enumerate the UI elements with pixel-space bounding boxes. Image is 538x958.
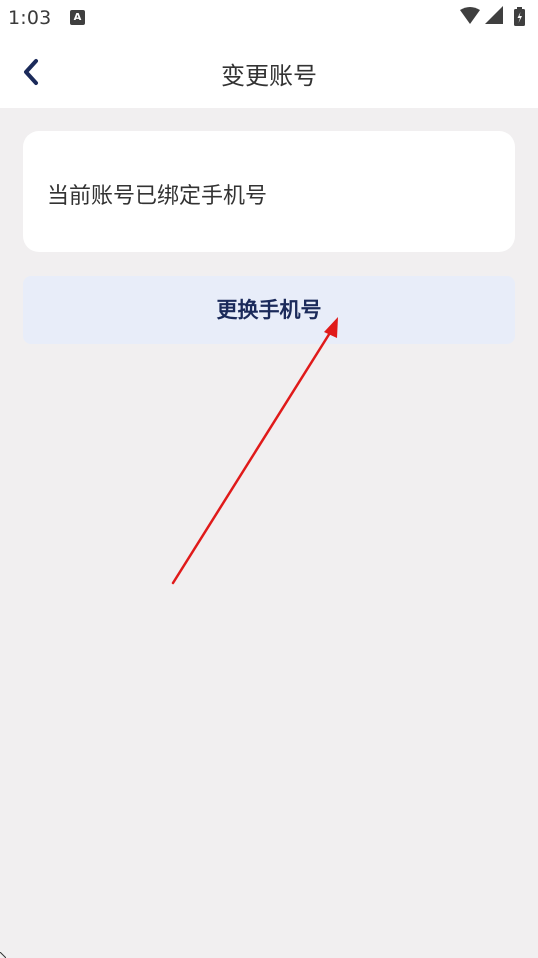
status-bar: 1:03 A (0, 0, 538, 36)
status-icons (460, 6, 525, 26)
cellular-signal-icon (485, 6, 503, 24)
notification-icon: A (70, 10, 85, 25)
status-time: 1:03 (8, 7, 52, 29)
corner-mark-icon (0, 952, 6, 958)
page-title: 变更账号 (221, 62, 317, 90)
change-phone-button[interactable]: 更换手机号 (23, 276, 515, 344)
battery-charging-icon (514, 7, 525, 26)
app-header: 变更账号 (0, 36, 538, 108)
account-info-card: 当前账号已绑定手机号 (23, 131, 515, 252)
wifi-icon (460, 7, 480, 24)
account-status-text: 当前账号已绑定手机号 (47, 184, 268, 209)
